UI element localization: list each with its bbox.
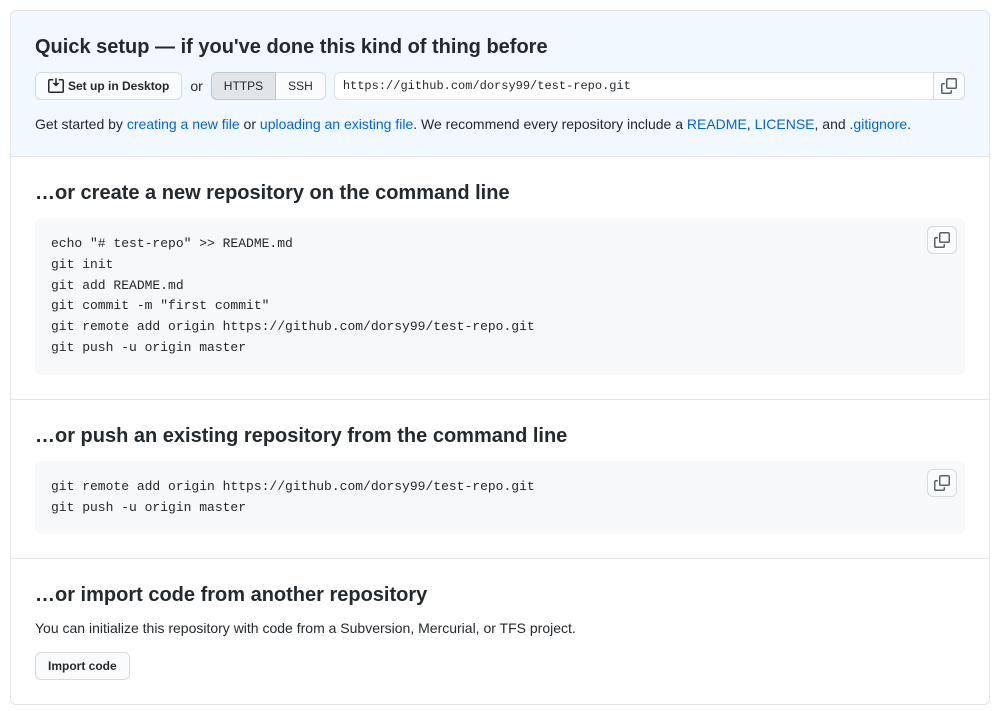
setup-in-desktop-label: Set up in Desktop xyxy=(68,76,169,96)
or-text: or xyxy=(190,78,202,94)
import-code-button[interactable]: Import code xyxy=(35,652,130,680)
setup-in-desktop-button[interactable]: Set up in Desktop xyxy=(35,72,182,100)
push-existing-commands[interactable]: git remote add origin https://github.com… xyxy=(51,477,949,519)
import-code-title: …or import code from another repository xyxy=(35,583,965,608)
push-existing-section: …or push an existing repository from the… xyxy=(11,400,989,560)
repo-setup-container: Quick setup — if you've done this kind o… xyxy=(10,10,990,705)
upload-file-link[interactable]: uploading an existing file xyxy=(260,116,413,132)
create-new-repo-section: …or create a new repository on the comma… xyxy=(11,157,989,400)
clipboard-icon xyxy=(941,78,957,94)
ssh-toggle[interactable]: SSH xyxy=(276,72,326,100)
clipboard-icon xyxy=(934,475,950,491)
clone-url-input[interactable] xyxy=(334,72,933,100)
create-new-repo-commands[interactable]: echo "# test-repo" >> README.md git init… xyxy=(51,234,949,359)
push-existing-title: …or push an existing repository from the… xyxy=(35,424,965,449)
readme-link[interactable]: README xyxy=(687,116,747,132)
create-file-link[interactable]: creating a new file xyxy=(127,116,240,132)
copy-push-existing-commands-button[interactable] xyxy=(927,469,957,497)
desktop-download-icon xyxy=(48,78,64,94)
protocol-toggle: HTTPS SSH xyxy=(211,72,326,100)
copy-url-button[interactable] xyxy=(933,72,965,100)
license-link[interactable]: LICENSE xyxy=(755,116,815,132)
gitignore-link[interactable]: gitignore xyxy=(853,116,907,132)
import-code-description: You can initialize this repository with … xyxy=(35,620,965,636)
clone-url-group xyxy=(334,72,965,100)
https-toggle[interactable]: HTTPS xyxy=(211,72,276,100)
quick-setup-help: Get started by creating a new file or up… xyxy=(35,116,965,132)
copy-new-repo-commands-button[interactable] xyxy=(927,226,957,254)
create-new-repo-code-block: echo "# test-repo" >> README.md git init… xyxy=(35,218,965,375)
import-code-section: …or import code from another repository … xyxy=(11,559,989,704)
quick-setup-title: Quick setup — if you've done this kind o… xyxy=(35,35,965,60)
push-existing-code-block: git remote add origin https://github.com… xyxy=(35,461,965,535)
quick-setup-section: Quick setup — if you've done this kind o… xyxy=(11,11,989,157)
create-new-repo-title: …or create a new repository on the comma… xyxy=(35,181,965,206)
setup-row: Set up in Desktop or HTTPS SSH xyxy=(35,72,965,100)
clipboard-icon xyxy=(934,232,950,248)
